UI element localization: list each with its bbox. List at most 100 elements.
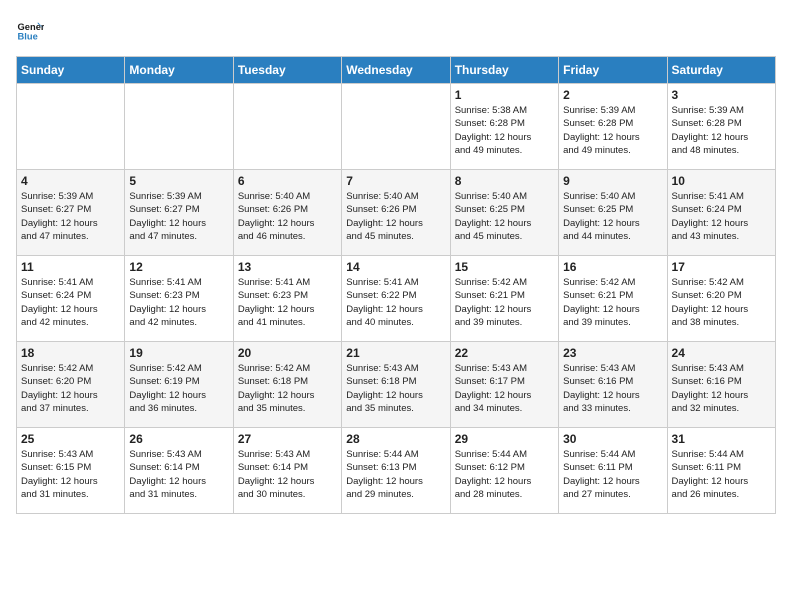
day-number: 29: [455, 432, 554, 446]
day-number: 21: [346, 346, 445, 360]
day-info: Sunrise: 5:41 AMSunset: 6:22 PMDaylight:…: [346, 276, 445, 329]
day-number: 22: [455, 346, 554, 360]
day-number: 2: [563, 88, 662, 102]
day-info: Sunrise: 5:44 AMSunset: 6:12 PMDaylight:…: [455, 448, 554, 501]
calendar-cell: 11 Sunrise: 5:41 AMSunset: 6:24 PMDayligh…: [17, 256, 125, 342]
day-number: 1: [455, 88, 554, 102]
calendar-week-row: 25 Sunrise: 5:43 AMSunset: 6:15 PMDayligh…: [17, 428, 776, 514]
day-info: Sunrise: 5:43 AMSunset: 6:16 PMDaylight:…: [563, 362, 662, 415]
day-number: 25: [21, 432, 120, 446]
calendar-cell: [342, 84, 450, 170]
day-info: Sunrise: 5:41 AMSunset: 6:24 PMDaylight:…: [672, 190, 771, 243]
day-info: Sunrise: 5:42 AMSunset: 6:19 PMDaylight:…: [129, 362, 228, 415]
day-info: Sunrise: 5:43 AMSunset: 6:18 PMDaylight:…: [346, 362, 445, 415]
calendar-cell: 25 Sunrise: 5:43 AMSunset: 6:15 PMDayligh…: [17, 428, 125, 514]
day-number: 5: [129, 174, 228, 188]
day-number: 10: [672, 174, 771, 188]
day-info: Sunrise: 5:41 AMSunset: 6:23 PMDaylight:…: [129, 276, 228, 329]
calendar-week-row: 11 Sunrise: 5:41 AMSunset: 6:24 PMDayligh…: [17, 256, 776, 342]
day-info: Sunrise: 5:43 AMSunset: 6:15 PMDaylight:…: [21, 448, 120, 501]
calendar-cell: 14 Sunrise: 5:41 AMSunset: 6:22 PMDayligh…: [342, 256, 450, 342]
day-number: 24: [672, 346, 771, 360]
calendar-cell: 21 Sunrise: 5:43 AMSunset: 6:18 PMDayligh…: [342, 342, 450, 428]
day-info: Sunrise: 5:41 AMSunset: 6:24 PMDaylight:…: [21, 276, 120, 329]
calendar-cell: 2 Sunrise: 5:39 AMSunset: 6:28 PMDaylight…: [559, 84, 667, 170]
logo: General Blue: [16, 16, 48, 44]
calendar-cell: [233, 84, 341, 170]
day-info: Sunrise: 5:44 AMSunset: 6:11 PMDaylight:…: [563, 448, 662, 501]
calendar-table: SundayMondayTuesdayWednesdayThursdayFrid…: [16, 56, 776, 514]
calendar-cell: 7Sunrise: 5:40 AMSunset: 6:26 PMDaylight…: [342, 170, 450, 256]
calendar-cell: 1Sunrise: 5:38 AMSunset: 6:28 PMDaylight…: [450, 84, 558, 170]
day-number: 30: [563, 432, 662, 446]
day-info: Sunrise: 5:40 AMSunset: 6:26 PMDaylight:…: [238, 190, 337, 243]
day-number: 23: [563, 346, 662, 360]
day-number: 27: [238, 432, 337, 446]
day-number: 14: [346, 260, 445, 274]
day-number: 8: [455, 174, 554, 188]
day-info: Sunrise: 5:42 AMSunset: 6:20 PMDaylight:…: [21, 362, 120, 415]
day-info: Sunrise: 5:40 AMSunset: 6:25 PMDaylight:…: [455, 190, 554, 243]
calendar-cell: 30 Sunrise: 5:44 AMSunset: 6:11 PMDayligh…: [559, 428, 667, 514]
day-info: Sunrise: 5:39 AMSunset: 6:27 PMDaylight:…: [129, 190, 228, 243]
day-number: 13: [238, 260, 337, 274]
calendar-cell: 24Sunrise: 5:43 AMSunset: 6:16 PMDayligh…: [667, 342, 775, 428]
calendar-cell: 23 Sunrise: 5:43 AMSunset: 6:16 PMDayligh…: [559, 342, 667, 428]
day-number: 28: [346, 432, 445, 446]
day-number: 31: [672, 432, 771, 446]
day-number: 15: [455, 260, 554, 274]
calendar-cell: 15Sunrise: 5:42 AMSunset: 6:21 PMDayligh…: [450, 256, 558, 342]
day-number: 17: [672, 260, 771, 274]
day-info: Sunrise: 5:39 AMSunset: 6:28 PMDaylight:…: [563, 104, 662, 157]
day-info: Sunrise: 5:39 AMSunset: 6:27 PMDaylight:…: [21, 190, 120, 243]
calendar-cell: 12 Sunrise: 5:41 AMSunset: 6:23 PMDayligh…: [125, 256, 233, 342]
calendar-cell: 8 Sunrise: 5:40 AMSunset: 6:25 PMDaylight…: [450, 170, 558, 256]
day-number: 12: [129, 260, 228, 274]
calendar-body: 1Sunrise: 5:38 AMSunset: 6:28 PMDaylight…: [17, 84, 776, 514]
day-number: 16: [563, 260, 662, 274]
calendar-cell: [17, 84, 125, 170]
day-info: Sunrise: 5:42 AMSunset: 6:20 PMDaylight:…: [672, 276, 771, 329]
logo-icon: General Blue: [16, 16, 44, 44]
day-header-wednesday: Wednesday: [342, 57, 450, 84]
calendar-cell: 3 Sunrise: 5:39 AMSunset: 6:28 PMDaylight…: [667, 84, 775, 170]
day-number: 26: [129, 432, 228, 446]
day-header-tuesday: Tuesday: [233, 57, 341, 84]
day-header-thursday: Thursday: [450, 57, 558, 84]
calendar-cell: 27 Sunrise: 5:43 AMSunset: 6:14 PMDayligh…: [233, 428, 341, 514]
day-info: Sunrise: 5:43 AMSunset: 6:17 PMDaylight:…: [455, 362, 554, 415]
calendar-cell: 10 Sunrise: 5:41 AMSunset: 6:24 PMDayligh…: [667, 170, 775, 256]
calendar-week-row: 4Sunrise: 5:39 AMSunset: 6:27 PMDaylight…: [17, 170, 776, 256]
day-info: Sunrise: 5:40 AMSunset: 6:25 PMDaylight:…: [563, 190, 662, 243]
calendar-cell: 13 Sunrise: 5:41 AMSunset: 6:23 PMDayligh…: [233, 256, 341, 342]
calendar-cell: 9Sunrise: 5:40 AMSunset: 6:25 PMDaylight…: [559, 170, 667, 256]
calendar-cell: 16 Sunrise: 5:42 AMSunset: 6:21 PMDayligh…: [559, 256, 667, 342]
calendar-cell: 29 Sunrise: 5:44 AMSunset: 6:12 PMDayligh…: [450, 428, 558, 514]
page-header: General Blue: [16, 16, 776, 44]
svg-text:General: General: [18, 22, 44, 32]
day-number: 6: [238, 174, 337, 188]
day-info: Sunrise: 5:41 AMSunset: 6:23 PMDaylight:…: [238, 276, 337, 329]
day-info: Sunrise: 5:43 AMSunset: 6:14 PMDaylight:…: [238, 448, 337, 501]
calendar-cell: 4Sunrise: 5:39 AMSunset: 6:27 PMDaylight…: [17, 170, 125, 256]
day-info: Sunrise: 5:44 AMSunset: 6:11 PMDaylight:…: [672, 448, 771, 501]
day-header-monday: Monday: [125, 57, 233, 84]
day-info: Sunrise: 5:42 AMSunset: 6:21 PMDaylight:…: [563, 276, 662, 329]
day-number: 18: [21, 346, 120, 360]
day-header-friday: Friday: [559, 57, 667, 84]
day-info: Sunrise: 5:39 AMSunset: 6:28 PMDaylight:…: [672, 104, 771, 157]
day-header-saturday: Saturday: [667, 57, 775, 84]
calendar-cell: 6 Sunrise: 5:40 AMSunset: 6:26 PMDaylight…: [233, 170, 341, 256]
calendar-cell: 5 Sunrise: 5:39 AMSunset: 6:27 PMDaylight…: [125, 170, 233, 256]
calendar-cell: 20Sunrise: 5:42 AMSunset: 6:18 PMDayligh…: [233, 342, 341, 428]
day-number: 20: [238, 346, 337, 360]
calendar-cell: 22 Sunrise: 5:43 AMSunset: 6:17 PMDayligh…: [450, 342, 558, 428]
calendar-week-row: 1Sunrise: 5:38 AMSunset: 6:28 PMDaylight…: [17, 84, 776, 170]
day-info: Sunrise: 5:43 AMSunset: 6:14 PMDaylight:…: [129, 448, 228, 501]
day-number: 3: [672, 88, 771, 102]
calendar-cell: 18 Sunrise: 5:42 AMSunset: 6:20 PMDayligh…: [17, 342, 125, 428]
svg-text:Blue: Blue: [18, 31, 38, 41]
day-header-sunday: Sunday: [17, 57, 125, 84]
day-number: 11: [21, 260, 120, 274]
calendar-cell: 17 Sunrise: 5:42 AMSunset: 6:20 PMDayligh…: [667, 256, 775, 342]
